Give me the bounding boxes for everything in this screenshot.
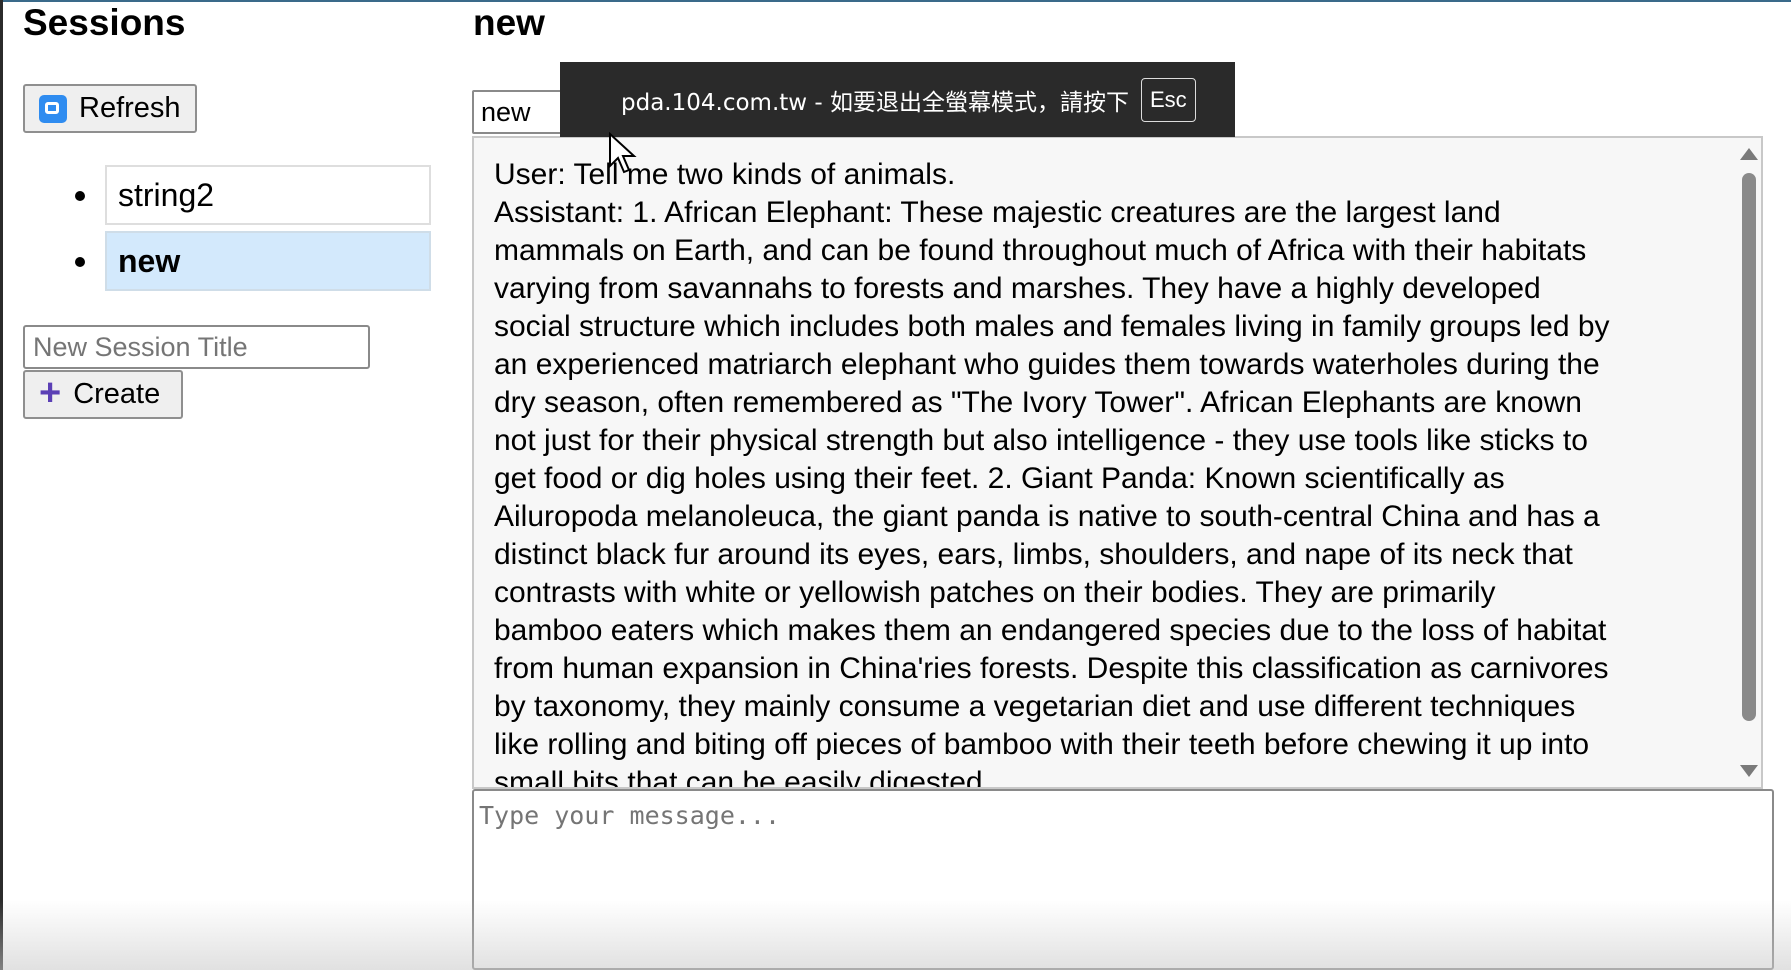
chat-title: new	[473, 2, 545, 43]
window-top-border	[0, 0, 1791, 2]
message-text: User: Tell me two kinds of animals. Assi…	[494, 156, 1734, 789]
message-line: from human expansion in China'ries fores…	[494, 652, 1609, 685]
refresh-label: Refresh	[79, 92, 181, 124]
session-item-new[interactable]: new	[105, 231, 431, 291]
message-line: mammals on Earth, and can be found throu…	[494, 234, 1587, 267]
message-line: bamboo eaters which makes them an endang…	[494, 614, 1607, 647]
messages-panel[interactable]: User: Tell me two kinds of animals. Assi…	[472, 136, 1763, 789]
message-line: dry season, often remembered as "The Ivo…	[494, 386, 1582, 419]
scroll-thumb[interactable]	[1742, 173, 1756, 721]
message-line: Ailuropoda melanoleuca, the giant panda …	[494, 500, 1600, 533]
message-line: like rolling and biting off pieces of ba…	[494, 728, 1590, 761]
scroll-down-arrow-icon[interactable]	[1740, 765, 1758, 777]
message-line: by taxonomy, they mainly consume a veget…	[494, 690, 1576, 723]
message-line: small bits that can be easily digested.	[494, 766, 991, 789]
message-line: social structure which includes both mal…	[494, 310, 1610, 343]
refresh-icon	[39, 94, 67, 123]
window-left-border	[0, 0, 3, 970]
message-input[interactable]	[472, 789, 1774, 970]
message-line: not just for their physical strength but…	[494, 424, 1588, 457]
message-line: varying from savannahs to forests and ma…	[494, 272, 1541, 305]
message-line: User: Tell me two kinds of animals.	[494, 158, 956, 191]
message-line: get food or dig holes using their feet. …	[494, 462, 1505, 495]
scroll-up-arrow-icon[interactable]	[1740, 148, 1758, 160]
fullscreen-notice-text: pda.104.com.tw - 如要退出全螢幕模式，請按下	[621, 89, 1129, 116]
message-line: an experienced matriarch elephant who gu…	[494, 348, 1600, 381]
refresh-button[interactable]: Refresh	[23, 84, 197, 133]
sessions-heading: Sessions	[23, 2, 186, 43]
bullet-icon	[75, 257, 85, 267]
cursor-icon	[609, 132, 637, 174]
create-button[interactable]: + Create	[23, 370, 183, 419]
message-line: distinct black fur around its eyes, ears…	[494, 538, 1573, 571]
plus-icon: +	[39, 371, 62, 414]
messages-scrollbar[interactable]	[1735, 138, 1761, 787]
fullscreen-exit-notice: pda.104.com.tw - 如要退出全螢幕模式，請按下 Esc	[560, 62, 1235, 137]
session-item-string2[interactable]: string2	[105, 165, 431, 225]
new-session-title-input[interactable]	[23, 325, 370, 369]
bullet-icon	[75, 191, 85, 201]
esc-key-badge: Esc	[1141, 77, 1196, 122]
message-line: contrasts with white or yellowish patche…	[494, 576, 1496, 609]
create-label: Create	[73, 378, 161, 410]
message-line: Assistant: 1. African Elephant: These ma…	[494, 196, 1501, 229]
